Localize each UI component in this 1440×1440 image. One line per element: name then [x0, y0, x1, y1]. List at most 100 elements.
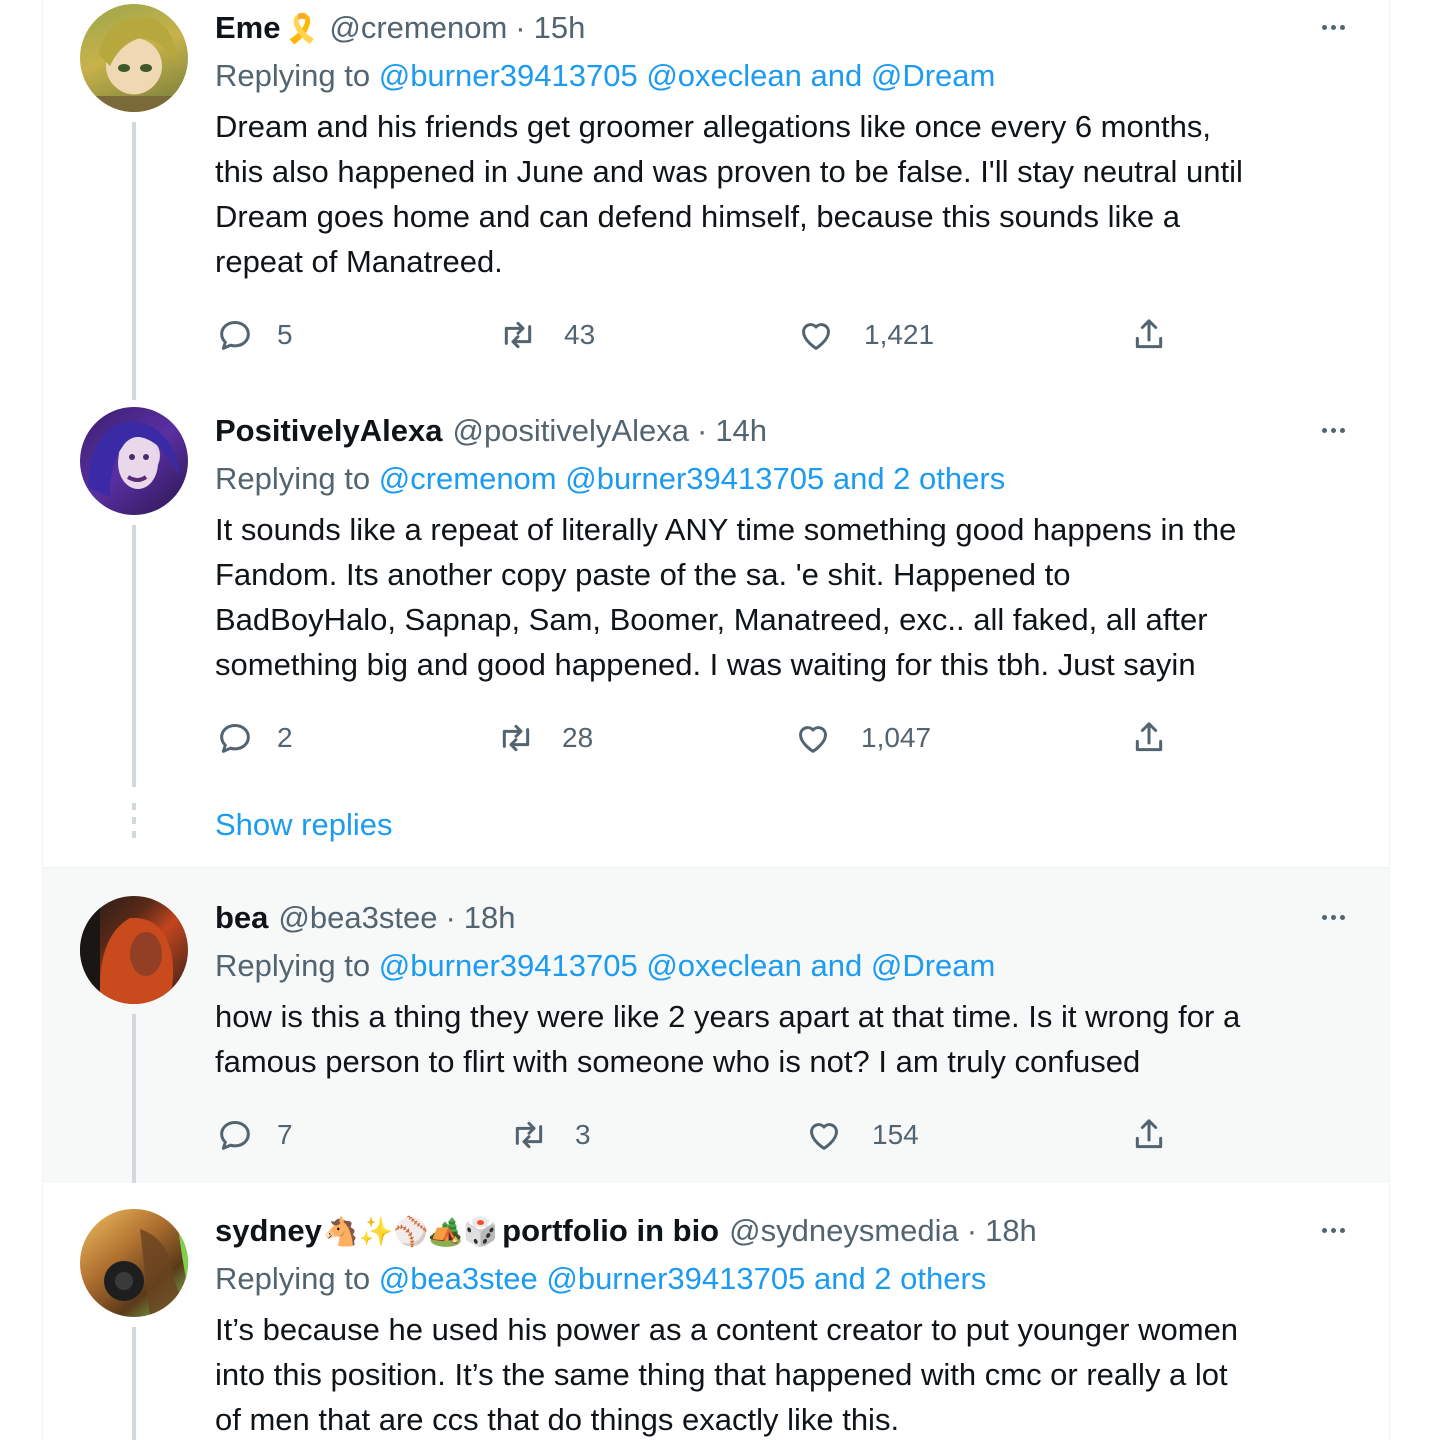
user-handle[interactable]: @bea3stee [278, 900, 437, 936]
more-icon[interactable] [1313, 415, 1353, 445]
avatar-image [80, 896, 174, 1004]
tweet-text-line: Fandom. Its another copy paste of the sa… [215, 557, 1071, 592]
timestamp[interactable]: 14h [715, 413, 767, 449]
heart-icon [799, 726, 827, 753]
retweet-button[interactable]: 28 [496, 718, 593, 758]
replying-users-link[interactable]: @burner39413705 @oxeclean and @Dream [379, 58, 996, 93]
avatar-image [88, 421, 180, 497]
tweet-sydney[interactable]: sydney 🐴✨⚾🏕️🎲 portfolio in bio @sydneysm… [43, 1183, 1389, 1440]
reply-count: 5 [277, 319, 293, 350]
share-button[interactable] [1129, 1115, 1169, 1155]
replying-users-link[interactable]: @bea3stee @burner39413705 and 2 others [379, 1261, 987, 1296]
avatar-image [80, 17, 188, 112]
show-replies-link[interactable]: Show replies [215, 807, 392, 843]
reply-icon [220, 321, 250, 350]
tweet-text: how is this a thing they were like 2 yea… [215, 994, 1355, 1084]
tweet-text-line: of men that are ccs that do things exact… [215, 1402, 900, 1437]
separator: · [966, 1213, 978, 1248]
more-icon[interactable] [1313, 1215, 1353, 1245]
tweet-header: PositivelyAlexa @positivelyAlexa · 14h [215, 411, 767, 451]
tweet-header: sydney 🐴✨⚾🏕️🎲 portfolio in bio @sydneysm… [215, 1211, 1037, 1251]
twitter-thread-page: Eme 🎗️ @cremenom · 15h Replying to @burn… [0, 0, 1440, 1440]
reply-count: 7 [277, 1119, 293, 1150]
like-button[interactable]: 1,421 [796, 315, 934, 355]
tweet-text-line: It sounds like a repeat of literally ANY… [215, 512, 1237, 547]
timestamp[interactable]: 18h [464, 900, 516, 936]
timestamp[interactable]: 18h [985, 1213, 1037, 1249]
reply-button[interactable]: 5 [215, 315, 293, 355]
tweet-text-line: something big and good happened. I was w… [215, 647, 1196, 682]
user-handle[interactable]: @sydneysmedia [729, 1213, 959, 1249]
user-handle[interactable]: @positivelyAlexa [452, 413, 689, 449]
tweet-bea[interactable]: bea @bea3stee · 18h Replying to @burner3… [43, 868, 1389, 1183]
thread-line [132, 122, 136, 400]
avatar[interactable] [80, 896, 188, 1004]
share-button[interactable] [1129, 315, 1169, 355]
share-icon [1135, 722, 1163, 752]
retweet-icon [502, 724, 530, 752]
retweet-button[interactable]: 43 [498, 315, 595, 355]
more-icon[interactable] [1313, 12, 1353, 42]
avatar[interactable] [80, 407, 188, 515]
tweet-text-line: Dream and his friends get groomer allega… [215, 109, 1211, 144]
avatar[interactable] [80, 4, 188, 112]
tweet-text-line: into this position. It’s the same thing … [215, 1357, 1228, 1392]
more-icon[interactable] [1313, 902, 1353, 932]
tweet-positivelyalexa[interactable]: PositivelyAlexa @positivelyAlexa · 14h R… [43, 405, 1389, 867]
like-button[interactable]: 154 [804, 1115, 919, 1155]
display-name-suffix[interactable]: portfolio in bio [502, 1213, 719, 1249]
reply-count: 2 [277, 722, 293, 753]
heart-icon [810, 1123, 838, 1150]
ribbon-icon: 🎗️ [284, 12, 320, 44]
retweet-count: 43 [564, 319, 596, 350]
avatar-image [104, 1209, 188, 1317]
emoji-icons: 🐴✨⚾🏕️🎲 [323, 1215, 499, 1247]
display-name[interactable]: bea [215, 900, 268, 936]
share-icon [1135, 319, 1163, 349]
tweet-text-line: BadBoyHalo, Sapnap, Sam, Boomer, Manatre… [215, 602, 1208, 637]
like-button[interactable]: 1,047 [793, 718, 931, 758]
retweet-count: 3 [575, 1119, 591, 1150]
tweet-text: Dream and his friends get groomer allega… [215, 104, 1355, 284]
display-name[interactable]: sydney [215, 1213, 322, 1249]
like-count: 1,421 [864, 319, 935, 350]
reply-button[interactable]: 7 [215, 1115, 293, 1155]
display-name[interactable]: Eme [215, 10, 280, 46]
avatar[interactable] [80, 1209, 188, 1317]
like-count: 154 [872, 1119, 919, 1150]
tweet-text-line: It’s because he used his power as a cont… [215, 1312, 1239, 1347]
thread-line [132, 1327, 136, 1440]
replying-users-link[interactable]: @burner39413705 @oxeclean and @Dream [379, 948, 996, 983]
tweet-text-line: repeat of Manatreed. [215, 244, 503, 279]
replying-prefix: Replying to [215, 948, 379, 983]
replying-to: Replying to @burner39413705 @oxeclean an… [215, 58, 995, 94]
display-name[interactable]: PositivelyAlexa [215, 413, 442, 449]
tweet-header: bea @bea3stee · 18h [215, 898, 516, 938]
tweet-text-line: how is this a thing they were like 2 yea… [215, 999, 1241, 1034]
tweet-text-line: famous person to flirt with someone who … [215, 1044, 1141, 1079]
reply-icon [220, 1121, 250, 1150]
reply-icon [220, 724, 250, 753]
replying-prefix: Replying to [215, 461, 379, 496]
replying-to: Replying to @cremenom @burner39413705 an… [215, 461, 1005, 497]
tweet-text-line: Dream goes home and can defend himself, … [215, 199, 1181, 234]
replying-to: Replying to @bea3stee @burner39413705 an… [215, 1261, 986, 1297]
thread-line [132, 1014, 136, 1183]
tweet-text-line: this also happened in June and was prove… [215, 154, 1243, 189]
reply-button[interactable]: 2 [215, 718, 293, 758]
replying-users-link[interactable]: @cremenom @burner39413705 and 2 others [379, 461, 1005, 496]
share-icon [1135, 1119, 1163, 1149]
user-handle[interactable]: @cremenom [329, 10, 507, 46]
replying-prefix: Replying to [215, 58, 379, 93]
share-button[interactable] [1129, 718, 1169, 758]
separator: · [696, 413, 708, 448]
tweet-eme[interactable]: Eme 🎗️ @cremenom · 15h Replying to @burn… [43, 0, 1389, 400]
timestamp[interactable]: 15h [534, 10, 586, 46]
retweet-icon [515, 1121, 543, 1149]
retweet-count: 28 [562, 722, 594, 753]
retweet-button[interactable]: 3 [509, 1115, 591, 1155]
tweet-text: It sounds like a repeat of literally ANY… [215, 507, 1355, 687]
replying-prefix: Replying to [215, 1261, 379, 1296]
thread-line [132, 525, 136, 787]
replying-to: Replying to @burner39413705 @oxeclean an… [215, 948, 995, 984]
